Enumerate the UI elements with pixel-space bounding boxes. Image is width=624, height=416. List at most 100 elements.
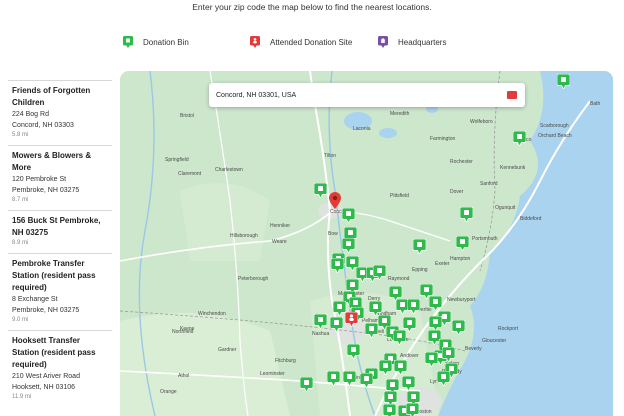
donation-bin-marker[interactable]: [383, 404, 396, 416]
donation-bin-marker[interactable]: [429, 316, 442, 331]
location-address-line1: 210 West Ariver Road: [12, 373, 80, 380]
map-town-label: Raymond: [388, 276, 410, 282]
donation-bin-marker[interactable]: [394, 360, 407, 375]
location-item[interactable]: Mowers & Blowers & More 120 Pembroke St …: [8, 145, 112, 210]
map-town-label: Exeter: [435, 261, 450, 267]
map-town-label: Fitchburg: [275, 358, 296, 364]
map-town-label: Wolfeboro: [470, 119, 493, 125]
donation-bin-marker[interactable]: [342, 208, 355, 223]
map-town-label: Newburyport: [447, 297, 476, 303]
donation-bin-marker[interactable]: [452, 320, 465, 335]
location-item[interactable]: Friends of Forgotten Children 224 Bog Rd…: [8, 80, 112, 145]
map-town-label: Gardner: [218, 347, 237, 353]
donation-bin-marker[interactable]: [429, 296, 442, 311]
attended-site-icon: [250, 36, 260, 48]
donation-bin-marker[interactable]: [402, 376, 415, 391]
donation-bin-marker[interactable]: [327, 371, 340, 386]
donation-bin-marker[interactable]: [393, 330, 406, 345]
donation-bin-marker[interactable]: [360, 373, 373, 388]
map-town-label: Rochester: [450, 159, 473, 165]
location-list: Friends of Forgotten Children 224 Bog Rd…: [8, 80, 112, 416]
map-town-label: Farmington: [430, 136, 456, 142]
map-town-label: Sanford: [480, 181, 498, 187]
location-search-box: [209, 83, 525, 107]
legend-attended-site: Attended Donation Site: [250, 36, 352, 48]
map-town-label: Leominster: [260, 371, 285, 377]
donation-bin-marker[interactable]: [330, 317, 343, 332]
location-name: Hooksett Transfer Station (resident pass…: [12, 336, 96, 369]
map-town-label: Nashua: [312, 331, 330, 337]
location-address-line2: Concord, NH 03303: [12, 122, 74, 129]
map-town-label: Biddeford: [520, 216, 542, 222]
location-address-line2: Pembroke, NH 03275: [12, 187, 80, 194]
map-town-label: Rockport: [498, 326, 519, 332]
donation-bin-marker[interactable]: [343, 371, 356, 386]
map-town-label: Ogunquit: [495, 205, 516, 211]
donation-bin-marker[interactable]: [513, 131, 526, 146]
map-town-label: Andover: [400, 353, 419, 359]
donation-bin-marker[interactable]: [442, 347, 455, 362]
intro-text: Enter your zip code the map below to fin…: [192, 2, 432, 12]
donation-bin-marker[interactable]: [437, 371, 450, 386]
location-distance: 8.9 mi: [12, 240, 29, 246]
location-map[interactable]: Bristol Laconia Tilton Wolfeboro Sanford Bidd…: [120, 71, 613, 416]
map-town-label: Scarborough: [540, 123, 569, 129]
donation-bin-marker[interactable]: [365, 323, 378, 338]
location-item[interactable]: Hooksett Transfer Station (resident pass…: [8, 330, 112, 407]
donation-bin-marker[interactable]: [456, 236, 469, 251]
map-town-label: Bow: [328, 231, 338, 237]
map-town-label: Weare: [272, 239, 287, 245]
searched-location-pin-icon[interactable]: [329, 192, 341, 209]
location-item[interactable]: Pembroke Transfer Station (resident pass…: [8, 253, 112, 330]
map-town-label: Tilton: [324, 153, 337, 159]
donation-bin-marker[interactable]: [314, 183, 327, 198]
location-address-line1: 224 Bog Rd: [12, 111, 49, 118]
donation-bin-marker[interactable]: [373, 265, 386, 280]
attended-site-marker[interactable]: [345, 312, 358, 327]
map-town-label: Northfield: [172, 329, 194, 335]
location-item[interactable]: 156 Buck St Pembroke, NH 03275 8.9 mi: [8, 210, 112, 253]
donation-bin-marker[interactable]: [342, 238, 355, 253]
map-town-label: Athol: [178, 373, 190, 379]
donation-bin-marker[interactable]: [413, 239, 426, 254]
location-distance: 8.7 mi: [12, 197, 29, 203]
map-town-label: Peterborough: [238, 276, 269, 282]
legend-headquarters: Headquarters: [378, 36, 446, 48]
map-town-label: Bath: [590, 101, 601, 107]
donation-bin-marker[interactable]: [300, 377, 313, 392]
donation-bin-marker[interactable]: [406, 403, 419, 416]
map-town-label: Winchendon: [198, 311, 226, 317]
clear-search-button[interactable]: [507, 91, 517, 99]
map-town-label: Hillsborough: [230, 233, 258, 239]
map-town-label: Claremont: [178, 171, 202, 177]
map-town-label: Laconia: [353, 126, 371, 132]
map-town-label: Meredith: [390, 111, 410, 117]
map-town-label: Henniker: [270, 223, 291, 229]
legend-donation-bin: Donation Bin: [123, 36, 189, 48]
map-town-label: Orchard Beach: [538, 133, 572, 139]
donation-bin-marker[interactable]: [347, 344, 360, 359]
map-town-label: Pittsfield: [390, 193, 409, 199]
map-town-label: Gloucester: [482, 338, 507, 344]
map-town-label: Beverly: [465, 346, 482, 352]
location-distance: 11.9 mi: [12, 394, 32, 400]
location-address-line1: 8 Exchange St: [12, 296, 58, 303]
donation-bin-marker[interactable]: [407, 299, 420, 314]
donation-bin-marker[interactable]: [379, 360, 392, 375]
map-town-label: Springfield: [165, 157, 189, 163]
donation-bin-marker[interactable]: [425, 352, 438, 367]
donation-bin-marker[interactable]: [314, 314, 327, 329]
map-town-label: Orange: [160, 389, 177, 395]
map-town-label: Kennebunk: [500, 165, 526, 171]
map-town-label: Portsmouth: [472, 236, 498, 242]
location-distance: 9.0 mi: [12, 317, 29, 323]
map-town-label: Hampton: [450, 256, 471, 262]
donation-bin-marker[interactable]: [331, 258, 344, 273]
donation-bin-marker[interactable]: [369, 301, 382, 316]
map-town-label: Bristol: [180, 113, 194, 119]
map-town-label: Dover: [450, 189, 464, 195]
location-distance: 5.8 mi: [12, 132, 29, 138]
donation-bin-marker[interactable]: [460, 207, 473, 222]
donation-bin-marker[interactable]: [557, 74, 570, 89]
location-search-input[interactable]: [216, 89, 496, 102]
